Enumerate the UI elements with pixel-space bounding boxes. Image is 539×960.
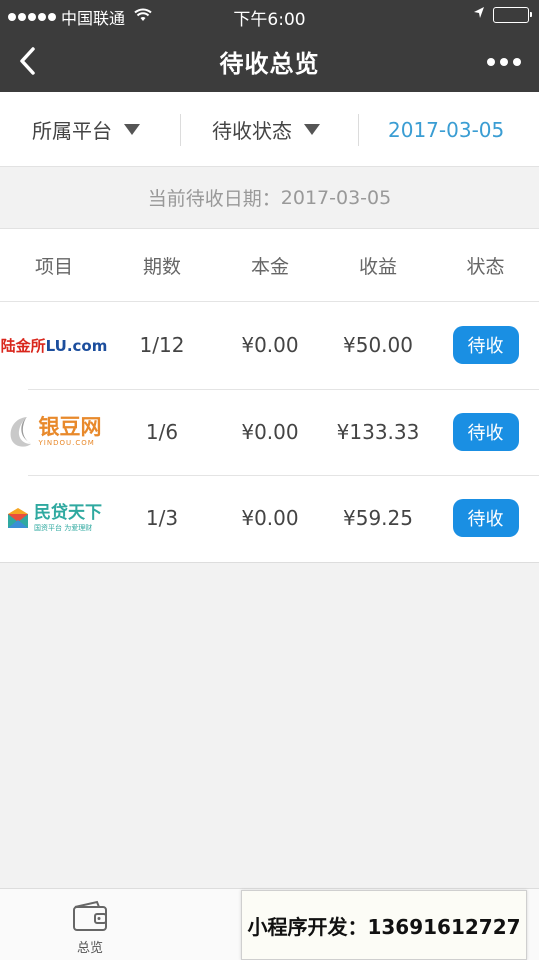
current-date-banner: 当前待收日期： 2017-03-05 [0, 167, 539, 229]
header-period: 期数 [142, 255, 181, 278]
nav-bar: 待收总览 [0, 30, 539, 92]
yindou-bean-icon [10, 416, 31, 447]
more-dot-icon [487, 58, 495, 66]
row-period: 1/12 [139, 333, 185, 358]
location-arrow-icon [473, 6, 485, 24]
current-date-value: 2017-03-05 [280, 186, 392, 209]
row-principal: ¥0.00 [241, 419, 299, 444]
status-time: 下午6:00 [233, 10, 306, 30]
platform-filter-label: 所属平台 [32, 119, 112, 143]
table-row[interactable]: 陆金所 LU.com 1/12 ¥0.00 ¥50.00 待收 [0, 302, 539, 389]
status-filter-label: 待收状态 [212, 119, 292, 143]
date-picker[interactable]: 2017-03-05 [388, 92, 504, 167]
row-period: 1/3 [145, 506, 179, 531]
caret-down-icon [304, 124, 320, 135]
more-dot-icon [500, 58, 508, 66]
more-options-button[interactable] [487, 58, 521, 66]
battery-icon [493, 7, 532, 23]
status-button[interactable]: 待收 [452, 499, 519, 538]
row-income: ¥50.00 [343, 333, 413, 358]
page-title: 待收总览 [219, 50, 320, 78]
platform-logo-mindai: 民贷天下 国资平台 为爱理财 [0, 475, 108, 562]
row-principal: ¥0.00 [241, 333, 299, 358]
header-project: 项目 [34, 255, 73, 278]
filter-divider [180, 114, 181, 146]
row-period: 1/6 [145, 419, 179, 444]
row-principal: ¥0.00 [241, 506, 299, 531]
table-row[interactable]: 民贷天下 国资平台 为爱理财 1/3 ¥0.00 ¥59.25 待收 [0, 475, 539, 562]
logo-en-text: YINDOU.COM [38, 438, 95, 447]
status-right [473, 6, 532, 24]
logo-cn-text: 银豆网 [38, 414, 102, 439]
filter-divider [358, 114, 359, 146]
row-income: ¥59.25 [343, 506, 413, 531]
caret-down-icon [124, 124, 140, 135]
status-filter-dropdown[interactable]: 待收状态 [212, 92, 320, 167]
header-status: 状态 [466, 255, 505, 278]
table-header: 项目 期数 本金 收益 状态 [0, 229, 539, 302]
table-row[interactable]: 银豆网 YINDOU.COM 1/6 ¥0.00 ¥133.33 待收 [0, 388, 539, 476]
platform-logo-lu: 陆金所 LU.com [0, 302, 108, 389]
filter-bar: 所属平台 待收状态 2017-03-05 [0, 92, 539, 167]
status-button[interactable]: 待收 [452, 326, 519, 365]
promo-banner: 小程序开发：13691612727 [241, 890, 527, 960]
logo-slogan-text: 国资平台 为爱理财 [34, 523, 93, 532]
tab-overview[interactable]: 总览 [60, 899, 120, 956]
receivables-table: 陆金所 LU.com 1/12 ¥0.00 ¥50.00 待收 银豆网 YIND… [0, 302, 539, 563]
header-principal: 本金 [250, 255, 289, 278]
logo-cn-text: 民贷天下 [34, 502, 102, 523]
logo-cn-text: 陆金所 [0, 336, 46, 355]
current-date-label: 当前待收日期： [147, 188, 281, 210]
mindai-envelope-icon [8, 508, 28, 529]
platform-logo-yindou: 银豆网 YINDOU.COM [0, 389, 108, 476]
header-income: 收益 [358, 255, 397, 278]
row-income: ¥133.33 [336, 419, 420, 444]
wallet-icon [73, 900, 107, 931]
status-button[interactable]: 待收 [452, 412, 519, 451]
tab-overview-label: 总览 [76, 941, 103, 956]
status-bar: 中国联通 下午6:00 [0, 0, 539, 30]
logo-en-text: LU.com [45, 336, 108, 355]
platform-filter-dropdown[interactable]: 所属平台 [32, 92, 140, 167]
more-dot-icon [513, 58, 521, 66]
